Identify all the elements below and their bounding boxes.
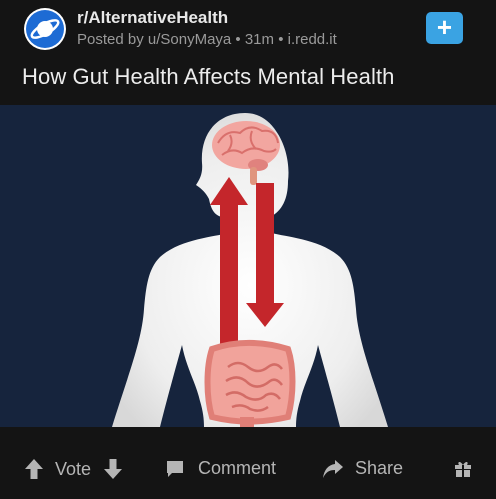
plus-icon: + [436, 12, 453, 42]
post-image[interactable] [0, 105, 496, 427]
subreddit-name[interactable]: r/AlternativeHealth [77, 8, 228, 28]
comment-button[interactable]: Comment [165, 458, 276, 479]
intestines-illustration [204, 340, 296, 427]
gift-icon [454, 460, 472, 478]
arrow-down-icon[interactable] [103, 458, 123, 480]
arrow-up-icon[interactable] [24, 458, 44, 480]
comment-bubble-icon [165, 459, 185, 479]
vote-label: Vote [55, 458, 92, 479]
comment-label: Comment [198, 458, 277, 478]
planet-icon [25, 9, 65, 49]
subreddit-avatar[interactable] [24, 8, 66, 50]
gut-brain-illustration [112, 113, 388, 427]
join-button[interactable]: + [426, 12, 463, 44]
share-label: Share [355, 458, 404, 478]
award-button[interactable] [454, 460, 472, 478]
share-arrow-icon [322, 459, 344, 479]
share-button[interactable]: Share [322, 458, 403, 479]
post-meta: Posted by u/SonyMaya • 31m • i.redd.it [77, 31, 337, 48]
vote-control: Vote [24, 458, 123, 480]
post-title[interactable]: How Gut Health Affects Mental Health [22, 64, 395, 90]
post-action-bar: Vote Comment Share [0, 445, 496, 499]
post-header: r/AlternativeHealth Posted by u/SonyMaya… [0, 0, 496, 58]
